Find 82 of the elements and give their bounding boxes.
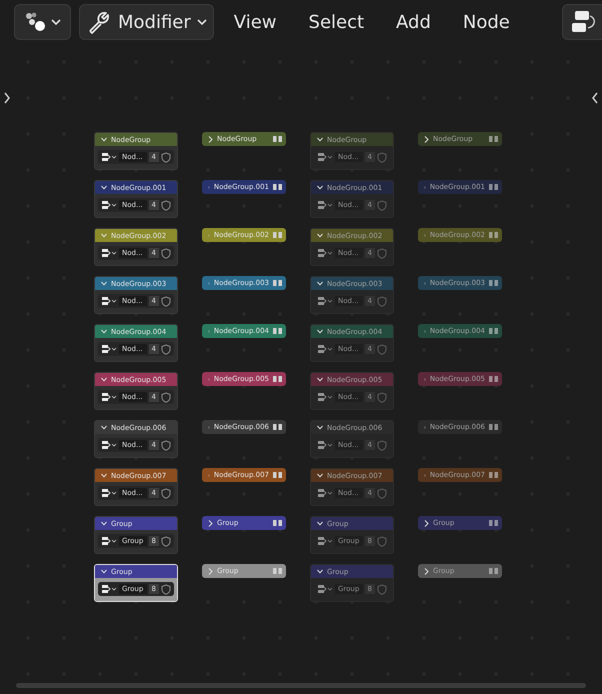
collapse-chevron-icon[interactable] — [317, 473, 323, 478]
node-tree-icon[interactable] — [101, 344, 117, 354]
collapse-chevron-icon[interactable] — [101, 521, 107, 526]
socket-pair-icon — [273, 232, 282, 238]
editor-type-button[interactable] — [14, 4, 71, 40]
collapse-chevron-icon[interactable] — [101, 425, 107, 430]
collapse-chevron-icon[interactable] — [101, 377, 107, 382]
socket-pair-icon — [273, 520, 282, 526]
shield-icon[interactable] — [161, 200, 171, 210]
socket-pair-icon — [489, 424, 498, 430]
expand-chevron-icon[interactable] — [208, 136, 213, 142]
node-tree-icon[interactable] — [101, 296, 117, 306]
caret-icon — [50, 18, 60, 26]
node-tree-icon[interactable] — [317, 200, 333, 210]
collapse-chevron-icon[interactable] — [317, 185, 323, 190]
shield-icon[interactable] — [161, 152, 171, 162]
modifier-dropdown[interactable]: Modifier — [79, 4, 214, 40]
menu-item[interactable]: View — [222, 12, 289, 32]
node-tree-icon[interactable] — [317, 344, 333, 354]
socket-pair-icon — [489, 232, 498, 238]
socket-pair-icon — [489, 280, 498, 286]
socket-pair-icon — [489, 472, 498, 478]
node-tree-icon[interactable] — [101, 440, 117, 450]
node-tree-icon[interactable] — [317, 488, 333, 498]
node-tree-icon[interactable] — [101, 584, 117, 594]
socket-pair-icon — [489, 136, 498, 142]
node-tree-icon[interactable] — [317, 536, 333, 546]
socket-pair-icon — [273, 328, 282, 334]
collapse-chevron-icon[interactable] — [317, 521, 323, 526]
collapse-chevron-icon[interactable] — [101, 569, 107, 574]
shield-icon[interactable] — [161, 584, 171, 594]
socket-pair-icon — [273, 472, 282, 478]
collapse-chevron-icon[interactable] — [317, 425, 323, 430]
collapse-chevron-icon[interactable] — [317, 281, 323, 286]
caret-icon — [196, 18, 207, 26]
expand-chevron-icon[interactable] — [424, 520, 429, 526]
expand-chevron-icon[interactable] — [424, 568, 429, 574]
shield-icon[interactable] — [161, 392, 171, 402]
node-tree-icon[interactable] — [101, 488, 117, 498]
menu-item[interactable]: Node — [450, 12, 522, 32]
scrollbar[interactable] — [16, 683, 586, 688]
shield-icon[interactable] — [161, 248, 171, 258]
collapse-chevron-icon[interactable] — [317, 233, 323, 238]
menu-item[interactable]: Select — [296, 12, 376, 32]
collapse-chevron-icon[interactable] — [317, 377, 323, 382]
shield-icon[interactable] — [161, 536, 171, 546]
expand-chevron-icon[interactable] — [208, 520, 213, 526]
shield-icon[interactable] — [161, 440, 171, 450]
node-tree-icon[interactable] — [101, 536, 117, 546]
socket-pair-icon — [273, 424, 282, 430]
node-tree-icon[interactable] — [317, 296, 333, 306]
collapse-chevron-icon[interactable] — [317, 329, 323, 334]
node-tree-icon[interactable] — [317, 440, 333, 450]
socket-pair-icon — [273, 136, 282, 142]
node-tree-icon[interactable] — [317, 392, 333, 402]
socket-pair-icon — [489, 568, 498, 574]
shield-icon[interactable] — [161, 488, 171, 498]
shield-icon[interactable] — [161, 344, 171, 354]
layout-toggle-button[interactable] — [562, 4, 602, 40]
node-tree-icon[interactable] — [317, 248, 333, 258]
shield-icon[interactable] — [161, 296, 171, 306]
node-tree-icon[interactable] — [317, 152, 333, 162]
collapse-chevron-icon[interactable] — [101, 473, 107, 478]
node-tree-icon[interactable] — [317, 584, 333, 594]
socket-pair-icon — [273, 280, 282, 286]
socket-pair-icon — [489, 184, 498, 190]
expand-chevron-icon[interactable] — [424, 136, 429, 142]
collapse-chevron-icon[interactable] — [317, 569, 323, 574]
socket-pair-icon — [273, 376, 282, 382]
node-tree-icon[interactable] — [101, 392, 117, 402]
socket-pair-icon — [489, 328, 498, 334]
socket-pair-icon — [489, 376, 498, 382]
node-tree-icon[interactable] — [101, 200, 117, 210]
socket-pair-icon — [273, 568, 282, 574]
collapse-chevron-icon[interactable] — [317, 137, 323, 142]
node-tree-icon[interactable] — [101, 152, 117, 162]
socket-pair-icon — [273, 184, 282, 190]
socket-pair-icon — [489, 520, 498, 526]
collapse-chevron-icon[interactable] — [101, 137, 107, 142]
menu-item[interactable]: Add — [384, 12, 443, 32]
node-tree-icon[interactable] — [101, 248, 117, 258]
collapse-chevron-icon[interactable] — [101, 185, 107, 190]
